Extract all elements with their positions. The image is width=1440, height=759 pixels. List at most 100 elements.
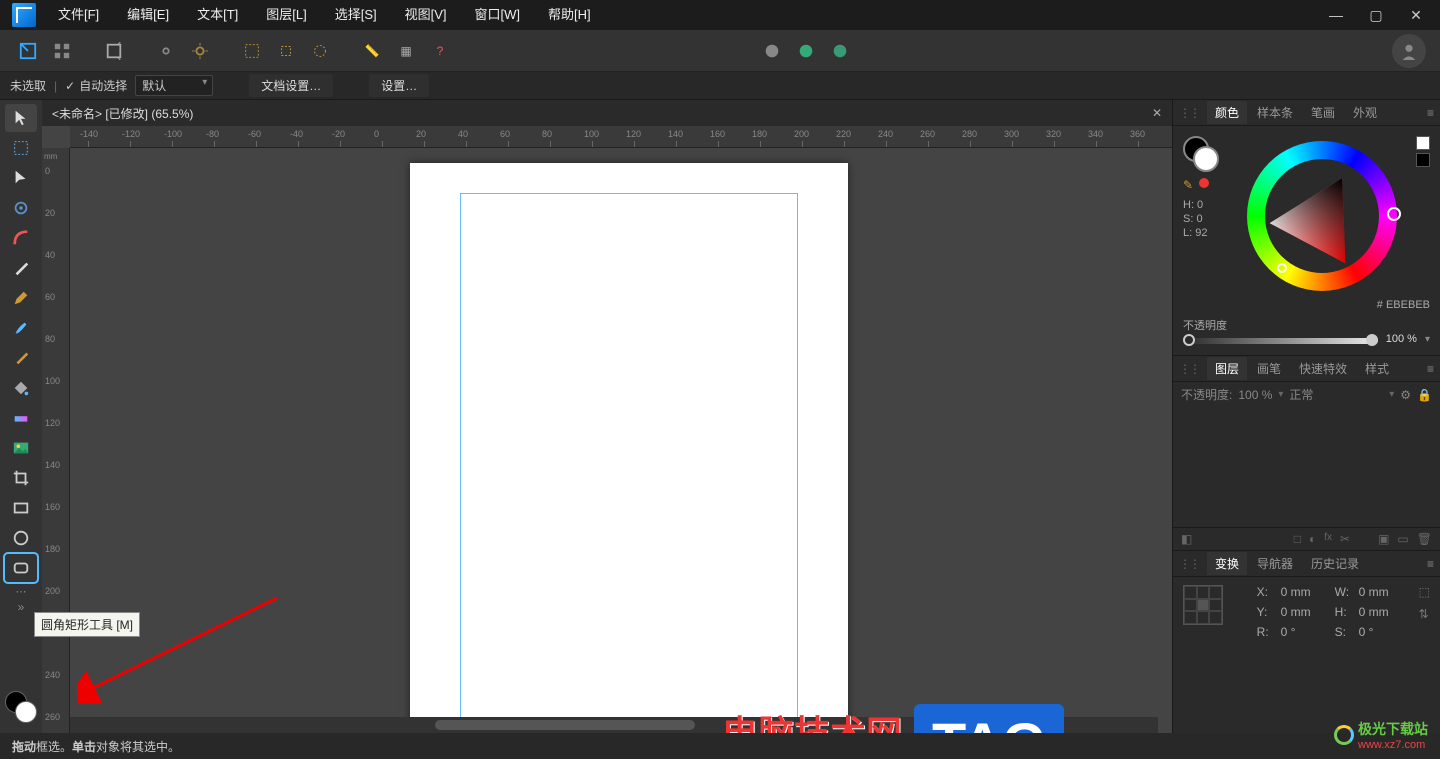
fill-stroke-swatch[interactable]: [5, 691, 37, 723]
link-rs-icon[interactable]: ⇅: [1419, 607, 1430, 621]
dropper-tool[interactable]: [5, 344, 37, 372]
transform-s-field[interactable]: 0 °: [1359, 625, 1405, 639]
layer-blend-dropdown[interactable]: 正常: [1289, 386, 1313, 403]
pen-tool[interactable]: [5, 254, 37, 282]
expand-tools-button[interactable]: »: [5, 600, 37, 614]
tab-color[interactable]: 颜色: [1207, 101, 1247, 124]
rounded-rectangle-tool[interactable]: [5, 554, 37, 582]
canvas-viewport[interactable]: [70, 148, 1172, 715]
persona-designer-icon[interactable]: [14, 37, 42, 65]
ellipse-tool[interactable]: [5, 524, 37, 552]
fill-color-swatch[interactable]: [15, 701, 37, 723]
brush-tool[interactable]: [5, 314, 37, 342]
panel-grip-icon[interactable]: ⋮⋮: [1179, 106, 1199, 120]
layer-fx-icon[interactable]: □: [1294, 532, 1301, 546]
snap-grid-icon[interactable]: ▦: [392, 37, 420, 65]
auto-select-checkbox[interactable]: ✓自动选择: [65, 77, 127, 94]
close-button[interactable]: ✕: [1396, 0, 1436, 30]
layer-lock-icon[interactable]: 🔒: [1417, 388, 1432, 402]
settings-button[interactable]: 设置…: [369, 74, 429, 97]
layer-adjust-icon[interactable]: ◐: [1309, 532, 1316, 546]
document-tab[interactable]: <未命名> [已修改] (65.5%) ✕: [42, 100, 1172, 126]
marquee-tool[interactable]: [5, 134, 37, 162]
snap-ruler-icon[interactable]: 📏: [358, 37, 386, 65]
prefs-sun-icon[interactable]: [186, 37, 214, 65]
grid-icon[interactable]: [48, 37, 76, 65]
page-artboard[interactable]: [410, 163, 848, 733]
more-shapes-indicator[interactable]: ⋯: [5, 584, 37, 598]
tab-navigator[interactable]: 导航器: [1249, 552, 1301, 575]
tab-layers[interactable]: 图层: [1207, 357, 1247, 380]
hex-value[interactable]: EBEBEB: [1386, 299, 1430, 311]
pencil-tool[interactable]: [5, 284, 37, 312]
shape2-icon[interactable]: [792, 37, 820, 65]
layer-opacity-value[interactable]: 100 %: [1238, 388, 1272, 402]
shape1-icon[interactable]: [758, 37, 786, 65]
layer-gear-icon[interactable]: ⚙: [1400, 388, 1411, 402]
crop-tool[interactable]: [5, 464, 37, 492]
anchor-selector[interactable]: [1183, 585, 1223, 625]
menu-help[interactable]: 帮助[H]: [534, 0, 605, 30]
tab-swatches[interactable]: 样本条: [1249, 101, 1301, 124]
color-chip-icon[interactable]: [1199, 178, 1209, 188]
auto-select-dropdown[interactable]: 默认: [135, 75, 213, 96]
sv-cursor[interactable]: [1277, 263, 1287, 273]
rectangle-tool[interactable]: [5, 494, 37, 522]
artboard-icon[interactable]: [100, 37, 128, 65]
node-tool[interactable]: [5, 164, 37, 192]
move-tool[interactable]: [5, 104, 37, 132]
tab-transform[interactable]: 变换: [1207, 552, 1247, 575]
tab-appearance[interactable]: 外观: [1345, 101, 1385, 124]
tab-history[interactable]: 历史记录: [1303, 552, 1367, 575]
layer-add-icon[interactable]: ▣: [1378, 532, 1389, 546]
tab-brushes[interactable]: 画笔: [1249, 357, 1289, 380]
transform-y-field[interactable]: 0 mm: [1281, 605, 1327, 619]
link-wh-icon[interactable]: ⬚: [1419, 585, 1430, 599]
align-group-3-icon[interactable]: [306, 37, 334, 65]
corner-tool[interactable]: [5, 224, 37, 252]
shape3-icon[interactable]: [826, 37, 854, 65]
layer-fx2-icon[interactable]: fx: [1324, 532, 1332, 546]
panel-menu-icon[interactable]: ≡: [1427, 106, 1434, 120]
layers-list[interactable]: [1173, 407, 1440, 527]
menu-window[interactable]: 窗口[W]: [461, 0, 535, 30]
tab-stroke[interactable]: 笔画: [1303, 101, 1343, 124]
menu-file[interactable]: 文件[F]: [44, 0, 113, 30]
layer-crop-icon[interactable]: ✂: [1340, 532, 1350, 546]
align-group-1-icon[interactable]: [238, 37, 266, 65]
place-image-tool[interactable]: [5, 434, 37, 462]
point-transform-tool[interactable]: [5, 194, 37, 222]
doc-settings-button[interactable]: 文档设置…: [249, 74, 333, 97]
account-icon[interactable]: [1392, 34, 1426, 68]
fill-tool[interactable]: [5, 374, 37, 402]
minimize-button[interactable]: —: [1316, 0, 1356, 30]
swatch-white[interactable]: [1416, 136, 1430, 150]
menu-text[interactable]: 文本[T]: [183, 0, 252, 30]
panel-menu-icon[interactable]: ≡: [1427, 362, 1434, 376]
menu-layer[interactable]: 图层[L]: [252, 0, 320, 30]
opacity-value[interactable]: 100 %: [1386, 333, 1417, 345]
fill-stroke-selector[interactable]: [1183, 136, 1219, 172]
color-wheel[interactable]: [1247, 141, 1397, 291]
tab-effects[interactable]: 快速特效: [1291, 357, 1355, 380]
menu-edit[interactable]: 编辑[E]: [113, 0, 183, 30]
maximize-button[interactable]: ▢: [1356, 0, 1396, 30]
panel-grip-icon[interactable]: ⋮⋮: [1179, 557, 1199, 571]
document-tab-close-icon[interactable]: ✕: [1152, 106, 1162, 120]
transform-x-field[interactable]: 0 mm: [1281, 585, 1327, 599]
transform-h-field[interactable]: 0 mm: [1359, 605, 1405, 619]
layer-delete-icon[interactable]: 🗑: [1417, 532, 1432, 546]
scrollbar-thumb[interactable]: [435, 720, 695, 730]
layer-mask-icon[interactable]: ◧: [1181, 532, 1192, 546]
prefs-gear-icon[interactable]: [152, 37, 180, 65]
opacity-dropdown-icon[interactable]: ▾: [1425, 334, 1430, 345]
tab-styles[interactable]: 样式: [1357, 357, 1397, 380]
ruler-horizontal[interactable]: -140-120-100-80-60-40-200204060801001201…: [70, 126, 1172, 148]
menu-view[interactable]: 视图[V]: [391, 0, 461, 30]
panel-menu-icon[interactable]: ≡: [1427, 557, 1434, 571]
eyedropper-icon[interactable]: ✎: [1183, 178, 1193, 192]
hue-cursor[interactable]: [1387, 207, 1401, 221]
transform-r-field[interactable]: 0 °: [1281, 625, 1327, 639]
ruler-vertical[interactable]: mm 0204060801001201401601802002202402602…: [42, 148, 70, 733]
snap-help-icon[interactable]: ?: [426, 37, 454, 65]
